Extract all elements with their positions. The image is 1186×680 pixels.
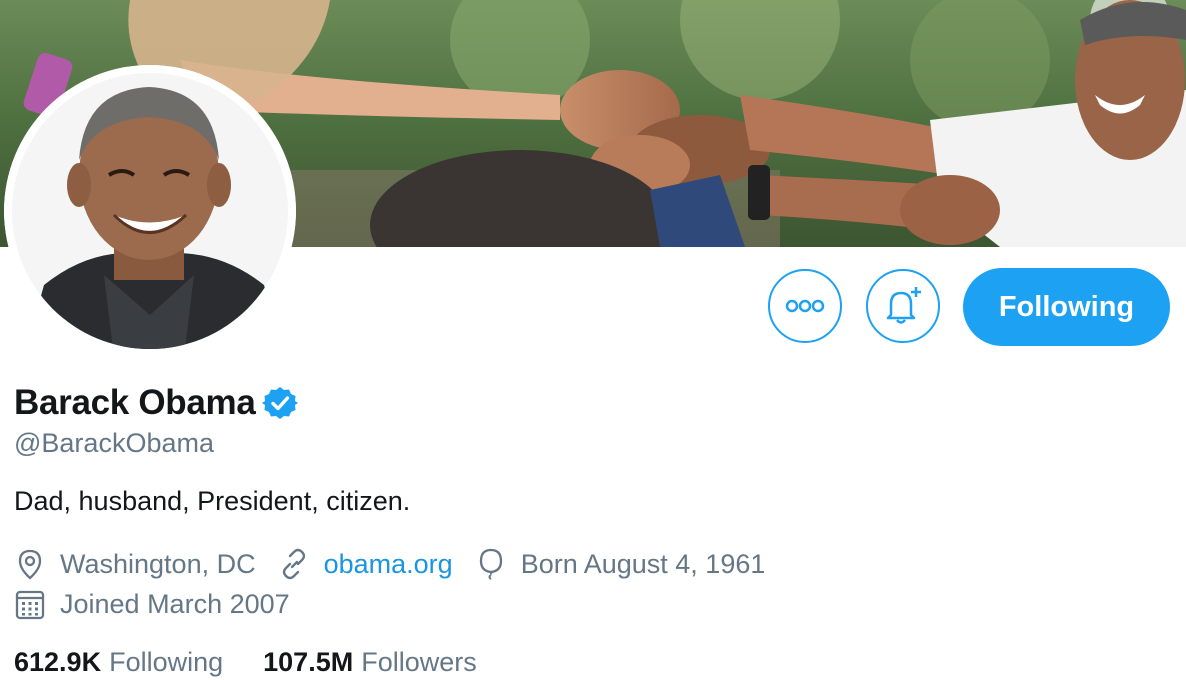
profile-stats: 612.9K Following 107.5M Followers <box>14 643 517 680</box>
profile-meta-row-joined: Joined March 2007 <box>14 585 312 623</box>
profile-joined: Joined March 2007 <box>14 588 290 620</box>
following-count: 612.9K <box>14 646 102 677</box>
profile-birthday-text: Born August 4, 1961 <box>520 548 766 579</box>
profile-display-name: Barack Obama <box>14 383 256 422</box>
more-dots-icon <box>785 299 825 313</box>
profile-birthday: Born August 4, 1961 <box>475 548 766 580</box>
balloon-icon <box>479 548 502 580</box>
profile-name-row: Barack Obama <box>14 380 298 426</box>
following-button[interactable]: Following <box>963 268 1170 346</box>
followers-count: 107.5M <box>263 646 354 677</box>
profile-handle: @BarackObama <box>14 428 214 458</box>
verified-badge-icon <box>261 387 298 419</box>
profile-website-link[interactable]: obama.org <box>324 549 453 580</box>
profile-avatar[interactable] <box>4 65 296 357</box>
following-stat-link[interactable]: 612.9K Following <box>14 647 223 678</box>
profile-joined-text: Joined March 2007 <box>60 588 290 619</box>
profile-meta-row: Washington, DC obama.org Born August 4, … <box>14 545 787 583</box>
more-options-button[interactable] <box>768 269 842 343</box>
notifications-button[interactable] <box>866 269 940 343</box>
calendar-icon <box>15 590 45 620</box>
followers-label: Followers <box>361 646 477 677</box>
profile-page: Following Barack Obama @BarackObama Dad,… <box>0 0 1186 680</box>
following-label: Following <box>109 646 224 677</box>
location-pin-icon <box>18 549 42 580</box>
bell-plus-icon <box>886 287 921 324</box>
profile-website[interactable]: obama.org <box>278 548 453 580</box>
link-icon <box>282 548 305 580</box>
profile-location-text: Washington, DC <box>60 548 256 579</box>
following-button-label: Following <box>998 290 1135 323</box>
profile-bio: Dad, husband, President, citizen. <box>14 486 411 516</box>
followers-stat-link[interactable]: 107.5M Followers <box>263 647 477 678</box>
profile-location: Washington, DC <box>14 548 256 580</box>
